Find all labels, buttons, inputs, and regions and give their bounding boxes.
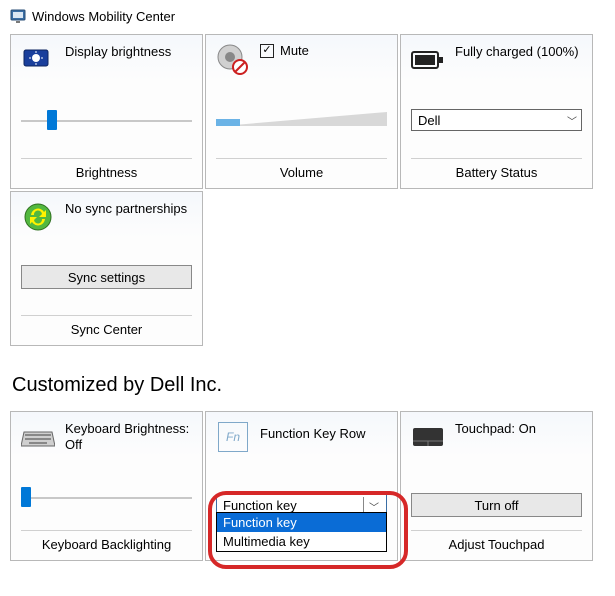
sync-settings-button[interactable]: Sync settings bbox=[21, 265, 192, 289]
brightness-slider[interactable] bbox=[21, 110, 192, 130]
touchpad-icon bbox=[411, 420, 445, 454]
tile-brightness: Display brightness Brightness bbox=[10, 34, 203, 189]
power-plan-select[interactable]: Dell ﹀ bbox=[411, 109, 582, 131]
fn-key-icon: Fn bbox=[216, 420, 250, 454]
checkbox-icon: ✓ bbox=[260, 44, 274, 58]
power-plan-value: Dell bbox=[418, 113, 440, 128]
window-titlebar: Windows Mobility Center bbox=[10, 8, 605, 24]
sync-button-label: Sync settings bbox=[68, 270, 145, 285]
keyboard-backlight-slider[interactable] bbox=[21, 487, 192, 507]
dropdown-option-multimedia-key[interactable]: Multimedia key bbox=[217, 532, 386, 551]
keyboard-icon bbox=[21, 420, 55, 454]
tile-battery: Fully charged (100%) Dell ﹀ Battery Stat… bbox=[400, 34, 593, 189]
customized-heading: Customized by Dell Inc. bbox=[12, 374, 605, 397]
mobility-center-icon bbox=[10, 8, 26, 24]
battery-icon bbox=[411, 43, 445, 77]
keyboard-backlight-footer: Keyboard Backlighting bbox=[21, 530, 192, 556]
chevron-down-icon: ﹀ bbox=[567, 113, 577, 128]
keyboard-backlight-label: Keyboard Brightness: Off bbox=[65, 420, 192, 454]
touchpad-label: Touchpad: On bbox=[455, 420, 536, 437]
battery-label: Fully charged (100%) bbox=[455, 43, 579, 60]
sync-icon bbox=[21, 200, 55, 234]
tile-sync: No sync partnerships Sync settings Sync … bbox=[10, 191, 203, 346]
brightness-label: Display brightness bbox=[65, 43, 171, 60]
chevron-down-icon: ﹀ bbox=[363, 497, 382, 514]
battery-footer: Battery Status bbox=[411, 158, 582, 184]
window-title: Windows Mobility Center bbox=[32, 9, 175, 24]
mute-label: Mute bbox=[280, 43, 309, 58]
brightness-icon bbox=[21, 43, 55, 77]
sync-label: No sync partnerships bbox=[65, 200, 187, 217]
dropdown-option-function-key[interactable]: Function key bbox=[217, 513, 386, 532]
brightness-footer: Brightness bbox=[21, 158, 192, 184]
tiles-row-1: Display brightness Brightness ✓ Mut bbox=[10, 34, 605, 189]
tile-touchpad: Touchpad: On Turn off Adjust Touchpad bbox=[400, 411, 593, 561]
touchpad-turn-off-button[interactable]: Turn off bbox=[411, 493, 582, 517]
tiles-row-3: Keyboard Brightness: Off Keyboard Backli… bbox=[10, 411, 605, 561]
tile-volume: ✓ Mute Volume bbox=[205, 34, 398, 189]
function-row-label: Function Key Row bbox=[260, 420, 366, 442]
touchpad-footer: Adjust Touchpad bbox=[411, 530, 582, 556]
function-row-dropdown: Function key Multimedia key bbox=[216, 512, 387, 552]
volume-slider[interactable] bbox=[216, 108, 387, 132]
function-row-value: Function key bbox=[223, 498, 297, 513]
speaker-muted-icon bbox=[216, 43, 250, 77]
tiles-row-2: No sync partnerships Sync settings Sync … bbox=[10, 191, 605, 346]
mute-checkbox[interactable]: ✓ Mute bbox=[260, 43, 309, 58]
sync-footer: Sync Center bbox=[21, 315, 192, 341]
volume-footer: Volume bbox=[216, 158, 387, 184]
tile-function-row: Fn Function Key Row Function key ﹀ Funct… bbox=[205, 411, 398, 561]
tile-keyboard-backlight: Keyboard Brightness: Off Keyboard Backli… bbox=[10, 411, 203, 561]
touchpad-button-label: Turn off bbox=[474, 498, 518, 513]
